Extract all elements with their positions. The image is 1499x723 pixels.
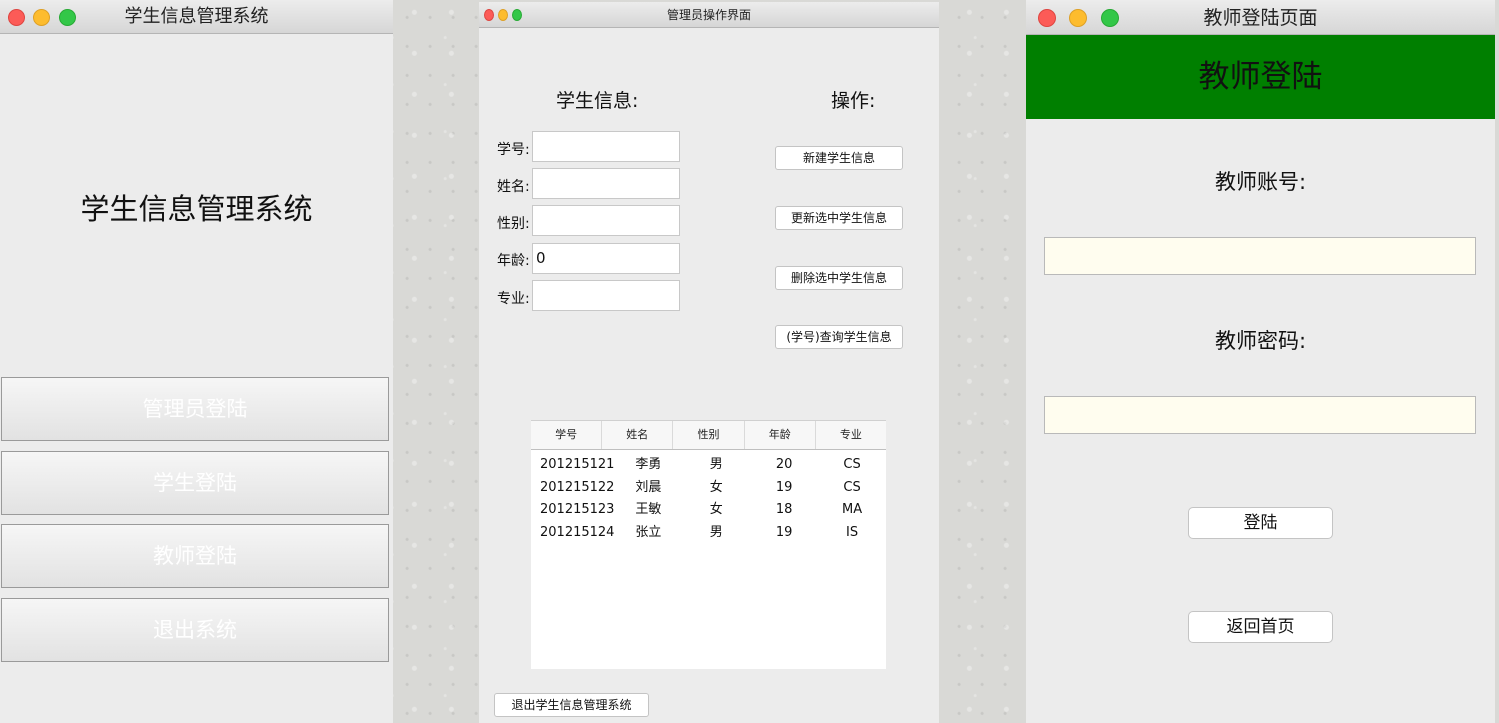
admin-login-button[interactable]: 管理员登陆 xyxy=(1,377,389,441)
student-login-button[interactable]: 学生登陆 xyxy=(1,451,389,515)
maximize-icon[interactable] xyxy=(512,9,522,21)
gender-label: 性别: xyxy=(497,216,530,232)
close-icon[interactable] xyxy=(484,9,494,21)
account-label: 教师账号: xyxy=(1214,170,1307,194)
age-label: 年龄: xyxy=(497,253,530,269)
cell-name: 李勇 xyxy=(635,457,662,472)
close-icon[interactable] xyxy=(1038,9,1056,27)
window-title: 管理员操作界面 xyxy=(666,8,751,22)
maximize-icon[interactable] xyxy=(1101,9,1119,27)
main-menu-window: 学生信息管理系统 学生信息管理系统 管理员登陆 学生登陆 教师登陆 退出系统 xyxy=(0,0,393,723)
column-header-major[interactable]: 专业 xyxy=(816,421,886,449)
cell-age: 19 xyxy=(775,524,793,540)
column-header-id[interactable]: 学号 xyxy=(531,421,603,449)
teacher-login-button[interactable]: 教师登陆 xyxy=(1,524,389,588)
account-input[interactable] xyxy=(1044,237,1476,275)
table-row[interactable]: 201215121 李勇 男 20 CS xyxy=(531,454,886,477)
admin-window: 管理员操作界面 学生信息: 操作: 学号: 姓名: 性别: 年龄: 0 专业: … xyxy=(479,2,939,723)
cell-id: 201215124 xyxy=(540,524,615,540)
cell-gender: 男 xyxy=(709,457,723,472)
column-header-age[interactable]: 年龄 xyxy=(745,421,816,449)
age-input[interactable]: 0 xyxy=(532,243,680,274)
name-label: 姓名: xyxy=(497,179,530,195)
title-bar: 教师登陆页面 xyxy=(1026,0,1495,35)
minimize-icon[interactable] xyxy=(498,9,508,21)
column-header-gender[interactable]: 性别 xyxy=(673,421,745,449)
password-label: 教师密码: xyxy=(1214,329,1307,353)
cell-major: CS xyxy=(843,457,861,472)
cell-id: 201215121 xyxy=(540,457,615,472)
title-bar: 学生信息管理系统 xyxy=(0,0,393,34)
operations-heading: 操作: xyxy=(831,90,876,112)
teacher-login-window: 教师登陆页面 教师登陆 教师账号: 教师密码: 登陆 返回首页 xyxy=(1026,0,1495,723)
student-id-input[interactable] xyxy=(532,131,680,162)
table-header: 学号 姓名 性别 年龄 专业 xyxy=(531,420,886,450)
major-input[interactable] xyxy=(532,280,680,311)
table-row[interactable]: 201215123 王敏 女 18 MA xyxy=(531,499,886,522)
window-title: 教师登陆页面 xyxy=(1203,7,1318,29)
minimize-icon[interactable] xyxy=(1069,9,1087,27)
page-title: 学生信息管理系统 xyxy=(80,192,313,226)
name-input[interactable] xyxy=(532,168,680,199)
student-id-label: 学号: xyxy=(497,142,530,158)
cell-name: 刘晨 xyxy=(635,479,662,495)
table-row[interactable]: 201215124 张立 男 19 IS xyxy=(531,522,886,545)
exit-system-button[interactable]: 退出学生信息管理系统 xyxy=(494,693,649,717)
cell-name: 张立 xyxy=(635,524,662,540)
window-title: 学生信息管理系统 xyxy=(124,6,269,27)
cell-gender: 女 xyxy=(709,479,723,495)
cell-id: 201215122 xyxy=(540,479,615,495)
cell-name: 王敏 xyxy=(635,502,662,517)
major-label: 专业: xyxy=(497,291,530,307)
table-row[interactable]: 201215122 刘晨 女 19 CS xyxy=(531,477,886,500)
login-button[interactable]: 登陆 xyxy=(1188,507,1333,539)
exit-system-button[interactable]: 退出系统 xyxy=(1,598,389,662)
cell-major: MA xyxy=(842,502,863,517)
maximize-icon[interactable] xyxy=(59,9,76,26)
delete-student-button[interactable]: 删除选中学生信息 xyxy=(775,266,903,290)
cell-id: 201215123 xyxy=(540,502,615,517)
cell-age: 19 xyxy=(775,479,793,495)
column-header-name[interactable]: 姓名 xyxy=(602,421,674,449)
cell-major: CS xyxy=(843,479,861,495)
query-student-button[interactable]: (学号)查询学生信息 xyxy=(775,325,903,349)
minimize-icon[interactable] xyxy=(33,9,50,26)
cell-major: IS xyxy=(846,524,859,540)
cell-gender: 男 xyxy=(709,524,723,540)
cell-age: 18 xyxy=(775,502,793,517)
gender-input[interactable] xyxy=(532,205,680,236)
student-info-heading: 学生信息: xyxy=(556,90,639,112)
title-bar: 管理员操作界面 xyxy=(479,2,939,28)
close-icon[interactable] xyxy=(8,9,25,26)
update-student-button[interactable]: 更新选中学生信息 xyxy=(775,206,903,230)
cell-age: 20 xyxy=(775,457,793,472)
student-table[interactable]: 学号 姓名 性别 年龄 专业 201215121 李勇 男 20 CS 2012… xyxy=(531,420,886,669)
create-student-button[interactable]: 新建学生信息 xyxy=(775,146,903,170)
cell-gender: 女 xyxy=(709,502,723,517)
back-home-button[interactable]: 返回首页 xyxy=(1188,611,1333,643)
login-banner: 教师登陆 xyxy=(1026,35,1495,119)
password-input[interactable] xyxy=(1044,396,1476,434)
